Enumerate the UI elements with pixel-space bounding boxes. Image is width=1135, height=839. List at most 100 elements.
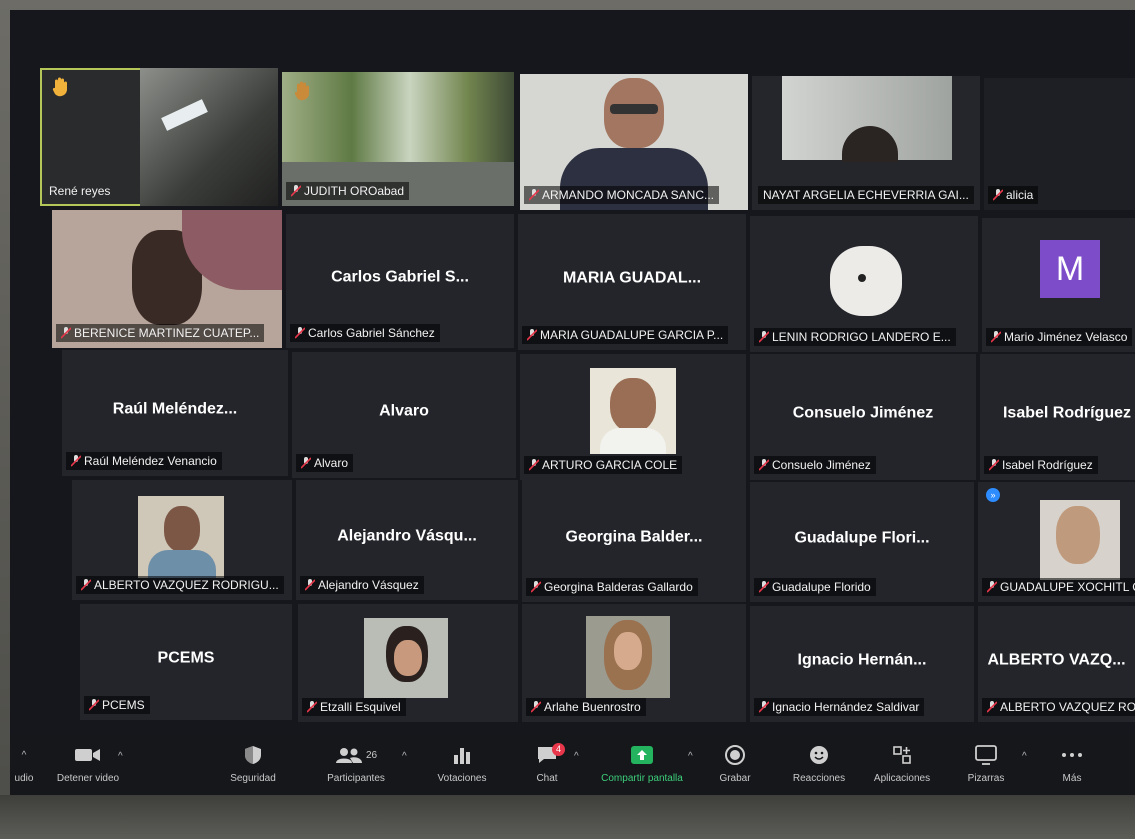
video-tile[interactable]: PCEMS PCEMS <box>80 604 292 720</box>
meeting-toolbar: ^ udio Detener video ^ Seguridad 26 Part… <box>10 735 1135 795</box>
more-button[interactable]: Más <box>1046 743 1098 784</box>
participant-name: BERENICE MARTINEZ CUATEP... <box>56 324 265 342</box>
video-tile[interactable]: Alvaro Alvaro <box>292 352 516 478</box>
participant-name: Carlos Gabriel Sánchez <box>290 324 440 342</box>
polls-button[interactable]: Votaciones <box>422 743 502 784</box>
video-tile[interactable]: Alejandro Vásqu... Alejandro Vásquez <box>296 480 518 600</box>
chevron-up-icon[interactable]: ^ <box>574 751 579 762</box>
apps-label: Aplicaciones <box>873 773 931 784</box>
video-tile[interactable]: Guadalupe Flori... Guadalupe Florido <box>750 482 974 602</box>
participant-display-name: Ignacio Hernán... <box>797 651 927 669</box>
participant-name: MARIA GUADALUPE GARCIA P... <box>522 326 729 344</box>
participant-display-name: Raúl Meléndez... <box>112 400 238 418</box>
audio-button[interactable]: ^ udio <box>10 743 38 785</box>
participants-button[interactable]: 26 Participantes <box>316 743 396 784</box>
polls-label: Votaciones <box>437 773 487 784</box>
video-tile[interactable]: Georgina Balder... Georgina Balderas Gal… <box>522 480 746 602</box>
security-label: Seguridad <box>230 773 276 784</box>
participant-name: Isabel Rodríguez <box>984 456 1098 474</box>
video-tile[interactable]: ALBERTO VAZQ... ALBERTO VAZQUEZ RODRIGU <box>978 606 1135 722</box>
muted-mic-icon <box>531 701 541 713</box>
share-screen-label: Compartir pantalla <box>601 773 683 784</box>
video-tile[interactable]: Ignacio Hernán... Ignacio Hernández Sald… <box>750 606 974 722</box>
glasses <box>610 104 658 114</box>
participant-display-name: Consuelo Jiménez <box>792 404 934 422</box>
video-tile[interactable]: ARMANDO MONCADA SANC... <box>520 74 748 210</box>
participant-name: PCEMS <box>84 696 150 714</box>
video-tile[interactable]: M Mario Jiménez Velasco <box>982 218 1135 352</box>
participant-name: alicia <box>988 186 1039 204</box>
participant-name: Raúl Meléndez Venancio <box>66 452 222 470</box>
participants-icon <box>335 748 362 763</box>
raised-hand-icon <box>294 81 309 101</box>
participant-name: Ignacio Hernández Saldivar <box>754 698 925 716</box>
record-label: Grabar <box>719 773 751 784</box>
video-tile[interactable]: MARIA GUADAL... MARIA GUADALUPE GARCIA P… <box>518 214 746 350</box>
participant-name: Consuelo Jiménez <box>754 456 876 474</box>
stop-video-label: Detener video <box>56 773 120 784</box>
dog-avatar <box>830 246 902 316</box>
participant-name: Georgina Balderas Gallardo <box>526 578 698 596</box>
video-tile[interactable]: Raúl Meléndez... Raúl Meléndez Venancio <box>62 350 288 476</box>
muted-mic-icon <box>81 579 91 591</box>
participant-display-name: Georgina Balder... <box>565 528 703 546</box>
chevron-up-icon[interactable]: ^ <box>118 751 123 762</box>
participant-face <box>164 506 200 552</box>
video-tile[interactable]: ALBERTO VAZQUEZ RODRIGU... <box>72 480 292 600</box>
video-tile[interactable]: NAYAT ARGELIA ECHEVERRIA GAI... <box>752 76 980 210</box>
participant-display-name: Alejandro Vásqu... <box>337 527 477 545</box>
share-screen-button[interactable]: Compartir pantalla <box>594 743 690 784</box>
participants-label: Participantes <box>327 773 385 784</box>
participant-video <box>140 68 278 206</box>
video-tile[interactable]: JUDITH OROabad <box>282 72 514 206</box>
video-tile[interactable]: Isabel Rodríguez Isabel Rodríguez <box>980 354 1135 480</box>
video-tile[interactable]: Arlahe Buenrostro <box>522 604 746 722</box>
participant-name: ALBERTO VAZQUEZ RODRIGU... <box>76 576 284 594</box>
participant-display-name: Carlos Gabriel S... <box>331 268 469 286</box>
video-tile[interactable]: ARTURO GARCIA COLE <box>520 354 746 480</box>
muted-mic-icon <box>61 327 71 339</box>
chat-unread-badge: 4 <box>552 743 565 756</box>
record-button[interactable]: Grabar <box>712 743 758 784</box>
participant-name: Guadalupe Florido <box>754 578 876 596</box>
participant-face <box>610 378 656 432</box>
audio-label: udio <box>14 773 34 784</box>
participant-display-name: Isabel Rodríguez <box>1002 404 1131 422</box>
apps-button[interactable]: Aplicaciones <box>864 743 940 784</box>
participant-name: ARMANDO MONCADA SANC... <box>524 186 720 204</box>
participant-name: NAYAT ARGELIA ECHEVERRIA GAI... <box>758 186 974 204</box>
monitor-bezel <box>0 795 1135 839</box>
muted-mic-icon <box>529 459 539 471</box>
video-tile[interactable]: alicia <box>984 78 1135 210</box>
video-tile[interactable]: Carlos Gabriel S... Carlos Gabriel Sánch… <box>286 214 514 348</box>
video-tile[interactable]: » GUADALUPE XOCHITL CHAV <box>978 482 1135 602</box>
chat-button[interactable]: 4 Chat <box>524 743 570 784</box>
dog-eye <box>858 274 866 282</box>
more-label: Más <box>1062 773 1082 784</box>
forward-icon[interactable]: » <box>986 488 1000 502</box>
participant-display-name: PCEMS <box>157 649 215 667</box>
video-tile[interactable]: Consuelo Jiménez Consuelo Jiménez <box>750 354 976 480</box>
muted-mic-icon <box>759 701 769 713</box>
chevron-up-icon[interactable]: ^ <box>402 751 407 762</box>
stop-video-button[interactable]: Detener video <box>48 743 128 784</box>
video-tile[interactable]: René reyes <box>40 68 278 206</box>
participant-name: ALBERTO VAZQUEZ RODRIGU <box>982 698 1135 716</box>
chevron-up-icon[interactable]: ^ <box>1022 751 1027 762</box>
whiteboards-button[interactable]: Pizarras <box>960 743 1012 784</box>
muted-mic-icon <box>89 699 99 711</box>
security-button[interactable]: Seguridad <box>218 743 288 784</box>
muted-mic-icon <box>529 189 539 201</box>
video-tile[interactable]: Etzalli Esquivel <box>298 604 518 722</box>
muted-mic-icon <box>291 185 301 197</box>
shield-icon <box>245 746 261 764</box>
video-tile[interactable]: LENIN RODRIGO LANDERO E... <box>750 216 978 352</box>
muted-mic-icon <box>989 459 999 471</box>
chevron-up-icon[interactable]: ^ <box>22 750 27 761</box>
participant-name: JUDITH OROabad <box>286 182 410 200</box>
reactions-button[interactable]: Reacciones <box>786 743 852 784</box>
video-tile[interactable]: BERENICE MARTINEZ CUATEP... <box>52 210 282 348</box>
participant-display-name: MARIA GUADAL... <box>562 269 702 287</box>
chevron-up-icon[interactable]: ^ <box>688 751 693 762</box>
whiteboards-label: Pizarras <box>967 773 1005 784</box>
